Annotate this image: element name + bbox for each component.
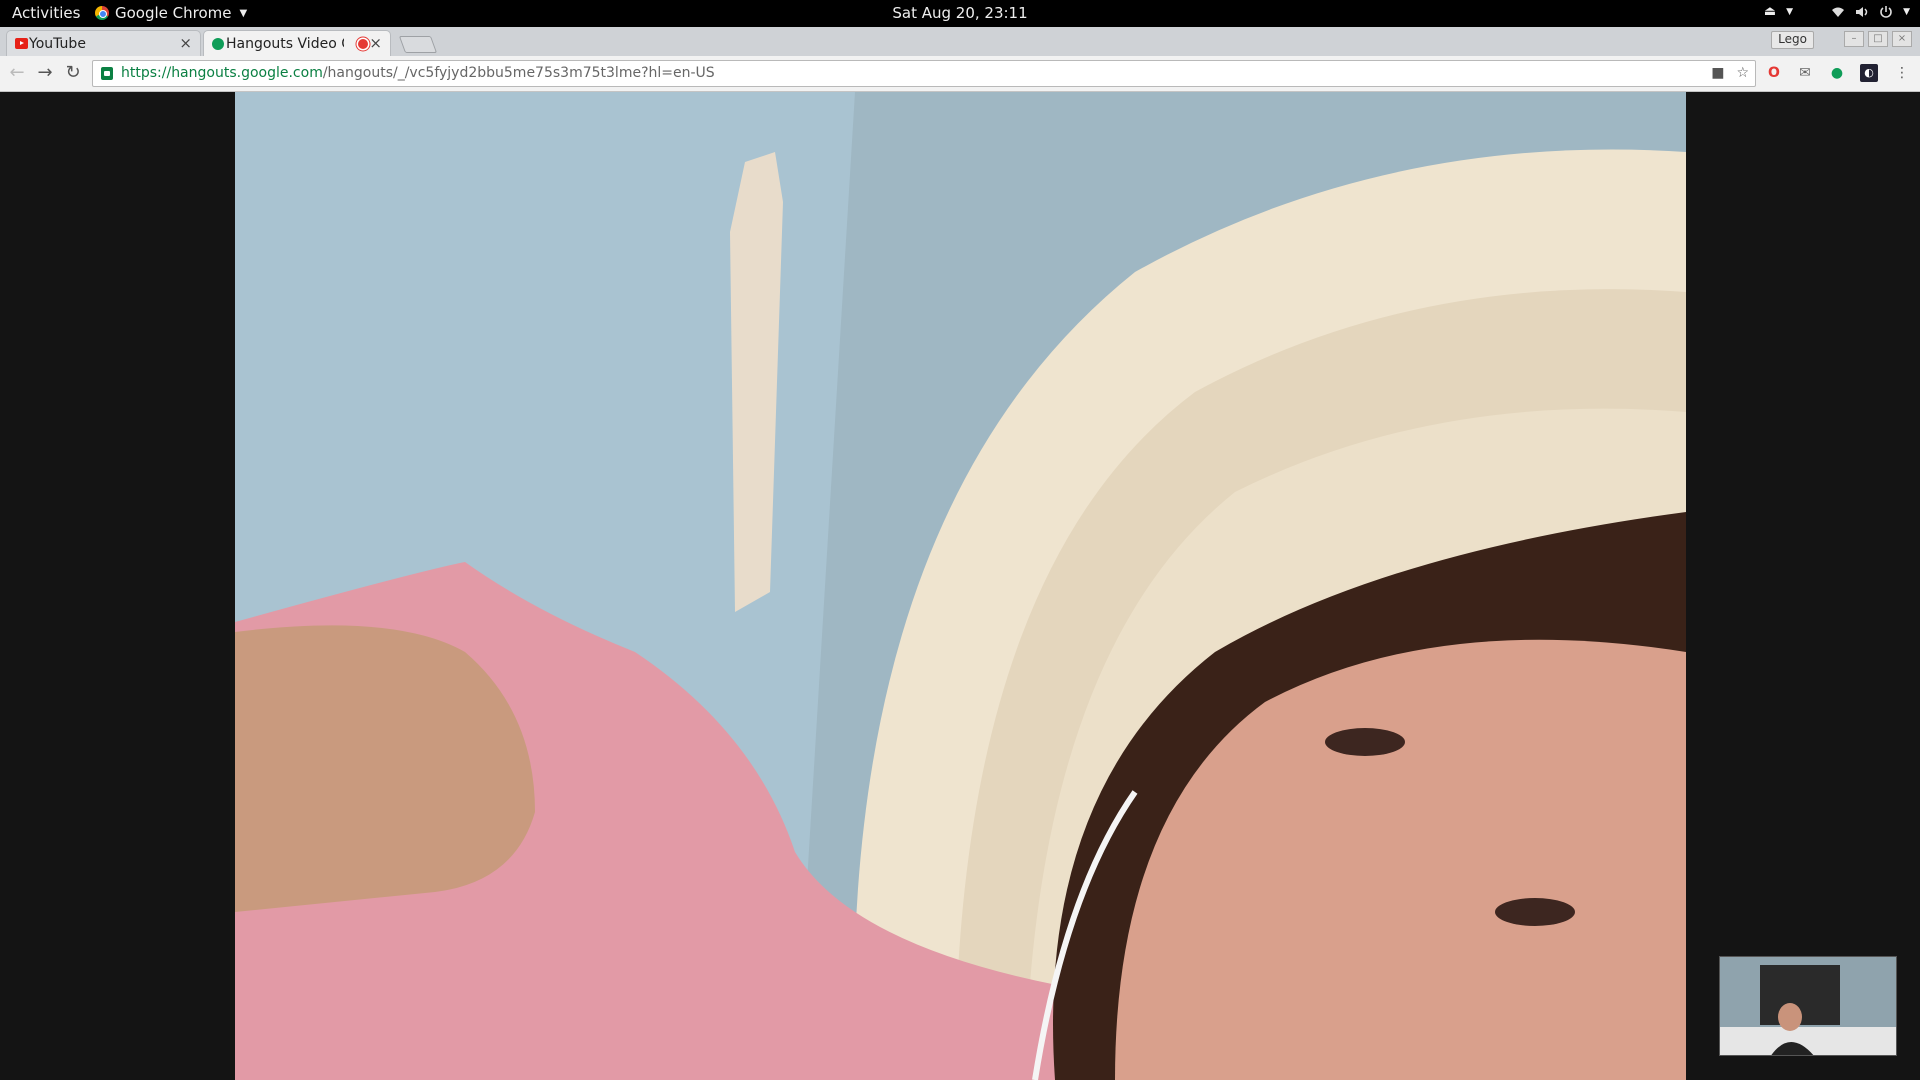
power-icon[interactable] xyxy=(1879,5,1893,19)
app-menu[interactable]: Google Chrome ▼ xyxy=(95,4,247,22)
chrome-logo-icon xyxy=(95,6,109,20)
volume-icon[interactable] xyxy=(1855,6,1869,18)
address-bar[interactable]: https://hangouts.google.com/hangouts/_/v… xyxy=(92,60,1756,87)
kebab-menu-icon[interactable]: ⋮ xyxy=(1893,64,1911,82)
minimize-icon[interactable]: – xyxy=(1844,31,1864,47)
reload-icon[interactable]: ↻ xyxy=(62,62,84,83)
system-tray[interactable]: ⏏ ▼ ▼ xyxy=(1764,4,1910,19)
hangouts-extension-icon[interactable]: ● xyxy=(1828,64,1846,82)
mail-extension-icon[interactable]: ✉ xyxy=(1796,64,1814,82)
close-icon[interactable]: × xyxy=(369,34,382,52)
tab-youtube[interactable]: YouTube × xyxy=(6,30,201,56)
profile-button[interactable]: Lego xyxy=(1771,31,1814,49)
forward-arrow-icon[interactable]: → xyxy=(34,62,56,83)
chevron-down-icon[interactable]: ▼ xyxy=(1786,7,1793,17)
omnibox-actions: ■ ☆ xyxy=(1711,61,1749,86)
main-video-feed[interactable] xyxy=(235,92,1686,1080)
remote-participant-video xyxy=(235,92,1686,1080)
lock-icon xyxy=(101,67,113,80)
youtube-icon xyxy=(15,38,28,49)
star-icon[interactable]: ☆ xyxy=(1736,61,1749,86)
app-menu-label: Google Chrome xyxy=(115,4,232,22)
tab-title: Hangouts Video C xyxy=(226,35,344,52)
back-arrow-icon[interactable]: ← xyxy=(6,62,28,83)
close-window-icon[interactable]: × xyxy=(1892,31,1912,47)
clock[interactable]: Sat Aug 20, 23:11 xyxy=(0,4,1920,22)
url-host: hangouts.google.com xyxy=(171,65,323,81)
tab-hangouts[interactable]: Hangouts Video C × xyxy=(203,30,391,56)
camera-icon[interactable]: ■ xyxy=(1711,61,1724,86)
tab-strip: YouTube × Hangouts Video C × Lego – □ × xyxy=(0,27,1920,56)
wifi-icon[interactable] xyxy=(1831,6,1845,18)
self-view-video xyxy=(1720,957,1896,1055)
activities-button[interactable]: Activities xyxy=(12,4,80,22)
url-path: /hangouts/_/vc5fyjyd2bbu5me75s3m75t3lme?… xyxy=(322,65,715,81)
hangouts-icon xyxy=(212,38,224,50)
tab-title: YouTube xyxy=(29,35,86,52)
recording-icon xyxy=(358,39,368,49)
browser-toolbar: ← → ↻ https://hangouts.google.com/hangou… xyxy=(0,56,1920,92)
extension-icon[interactable]: ◐ xyxy=(1860,64,1878,82)
eject-icon[interactable]: ⏏ xyxy=(1764,4,1776,19)
new-tab-button[interactable] xyxy=(398,36,438,53)
chevron-down-icon: ▼ xyxy=(239,7,248,19)
close-icon[interactable]: × xyxy=(179,34,192,52)
maximize-icon[interactable]: □ xyxy=(1868,31,1888,47)
opera-extension-icon[interactable]: O xyxy=(1765,64,1783,82)
url-scheme: https:// xyxy=(121,65,172,81)
gnome-top-bar: Activities Google Chrome ▼ Sat Aug 20, 2… xyxy=(0,0,1920,27)
self-view-thumbnail[interactable] xyxy=(1719,956,1897,1056)
video-stage xyxy=(0,92,1920,1080)
chevron-down-icon[interactable]: ▼ xyxy=(1903,7,1910,17)
